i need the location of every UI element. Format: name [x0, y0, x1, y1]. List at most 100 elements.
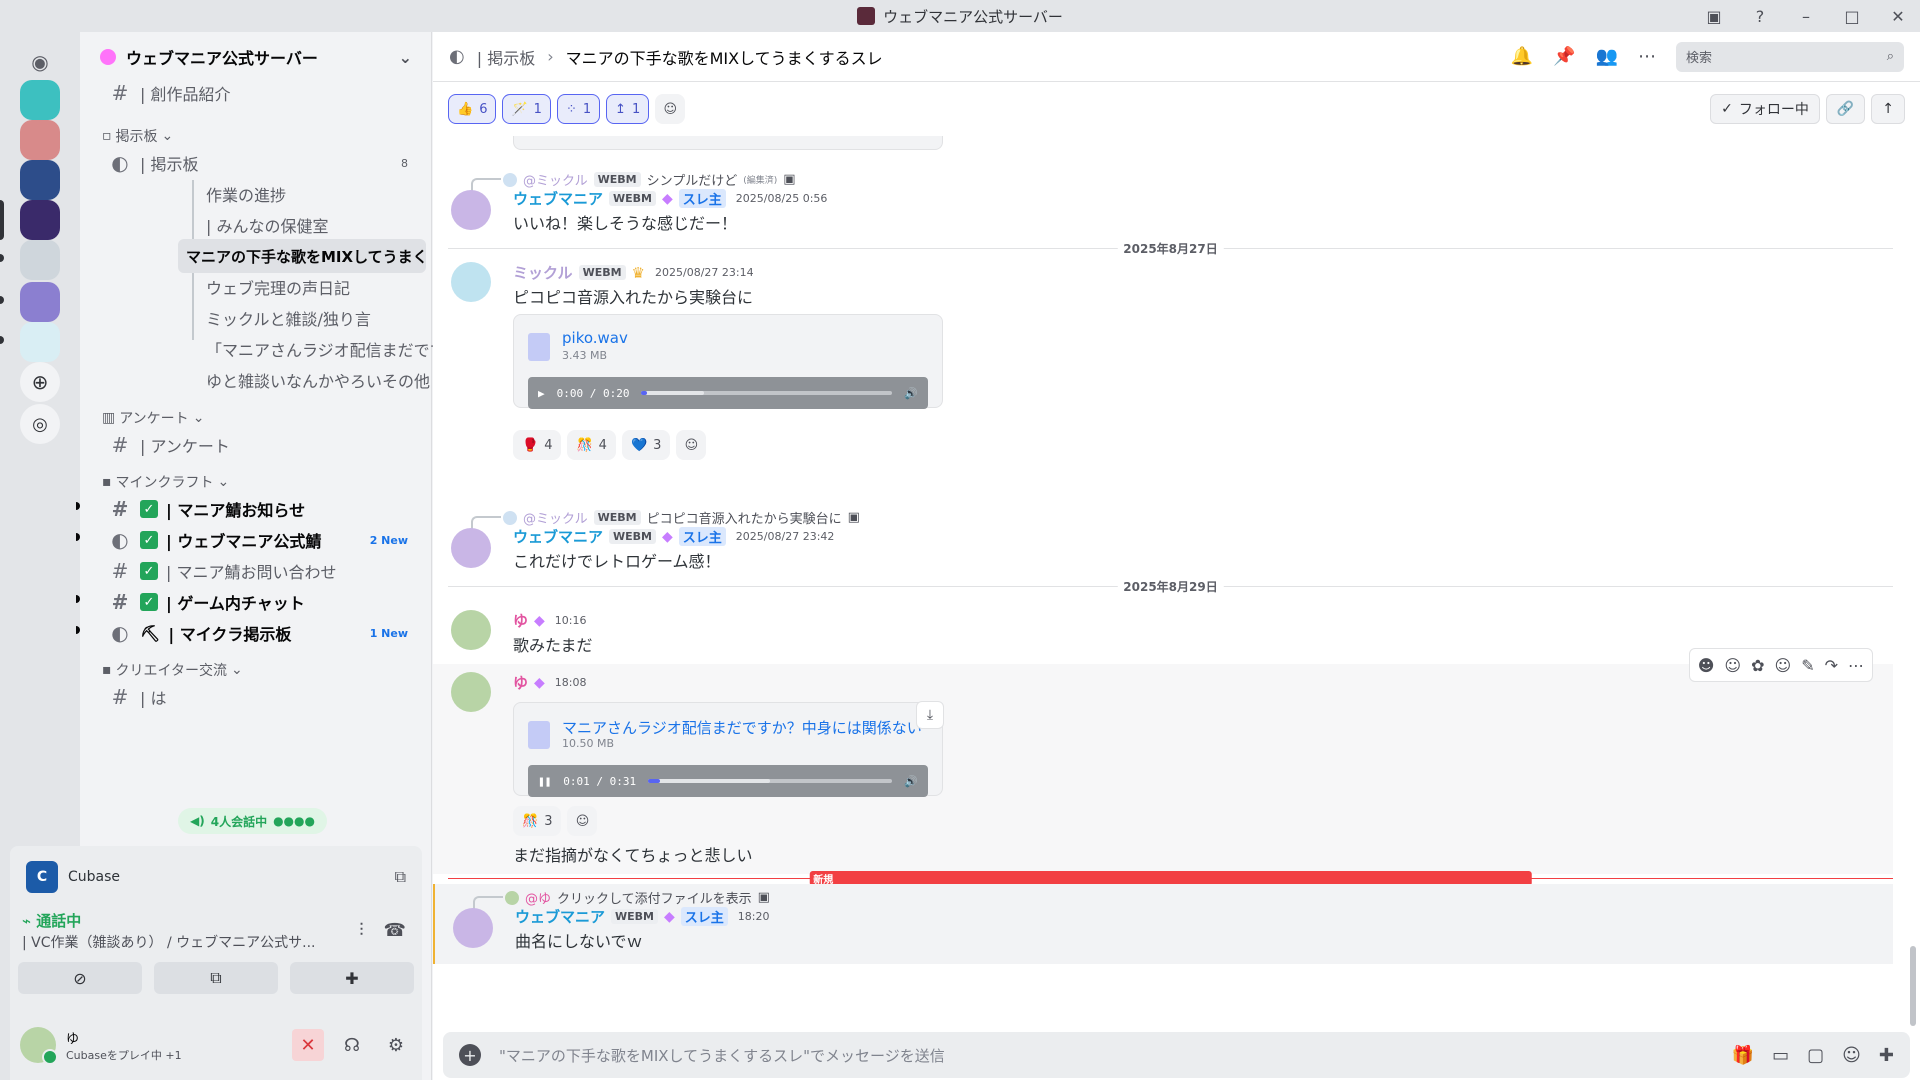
channel-mc-official[interactable]: ◐ ✓ | ウェブマニア公式鯖 2 New: [98, 523, 418, 557]
minimize-button[interactable]: –: [1796, 7, 1816, 26]
reaction-chip[interactable]: 👍 6: [448, 94, 497, 124]
screen-share-icon[interactable]: ⧉: [395, 867, 406, 887]
reaction-chip[interactable]: 🥊 4: [513, 430, 562, 460]
avatar[interactable]: [451, 672, 491, 712]
channel-creator[interactable]: # | は: [98, 680, 418, 714]
gift-icon[interactable]: 🎁: [1732, 1045, 1754, 1066]
username[interactable]: ゆ: [513, 610, 528, 631]
channel-cut[interactable]: # | 創作品紹介: [98, 82, 418, 104]
emoji-icon[interactable]: ☺: [1842, 1045, 1861, 1066]
seek-bar[interactable]: [648, 779, 893, 783]
username[interactable]: ゆ: [513, 672, 528, 693]
edit-icon[interactable]: ✎: [1801, 656, 1814, 675]
username[interactable]: ウェブマニア: [513, 526, 603, 547]
server-header[interactable]: ウェブマニア公式サーバー ⌄: [80, 32, 432, 82]
server-icon-7[interactable]: [20, 322, 60, 362]
members-icon[interactable]: 👥: [1596, 46, 1618, 67]
scrollbar[interactable]: [1910, 946, 1916, 1026]
add-reaction-button[interactable]: ☺: [567, 806, 598, 836]
camera-off-button[interactable]: ⊘: [18, 962, 142, 994]
forum-channel[interactable]: ◐ | 掲示板 8: [98, 146, 418, 180]
channel-mc-news[interactable]: # ✓ | マニア鯖お知らせ: [98, 492, 418, 526]
copy-link-button[interactable]: 🔗: [1825, 94, 1866, 124]
mic-muted-icon[interactable]: ✕: [292, 1029, 324, 1061]
thread-item-active[interactable]: マニアの下手な歌をMIXしてうまくす...: [178, 239, 426, 273]
reaction-chip[interactable]: 🎊 4: [567, 430, 616, 460]
headphones-icon[interactable]: ☊: [336, 1029, 368, 1061]
help-icon[interactable]: ?: [1750, 7, 1770, 26]
avatar[interactable]: [451, 262, 491, 302]
voice-status[interactable]: ⌁ 通話中: [22, 910, 81, 931]
quick-reaction-icon[interactable]: ☺: [1724, 656, 1741, 675]
file-name[interactable]: piko.wav: [562, 329, 932, 347]
volume-icon[interactable]: 🔊: [904, 775, 918, 788]
disconnect-icon[interactable]: ☎: [384, 920, 406, 941]
more-icon[interactable]: ⋯: [1638, 46, 1656, 67]
attach-plus-icon[interactable]: +: [459, 1044, 481, 1066]
seek-bar[interactable]: [641, 391, 893, 395]
reaction-chip[interactable]: 🪄 1: [502, 94, 551, 124]
reaction-chip[interactable]: ⁘ 1: [556, 94, 601, 124]
category-creator[interactable]: ▪ クリエイター交流 ⌄: [102, 660, 243, 680]
reaction-chip[interactable]: ↥ 1: [606, 94, 650, 124]
apps-icon[interactable]: ✚: [1879, 1045, 1894, 1066]
more-icon[interactable]: ⋯: [1848, 656, 1864, 675]
close-button[interactable]: ✕: [1888, 7, 1908, 26]
reply-preview[interactable]: @ミックル WEBM シンプルだけど (編集済) ▣: [471, 170, 796, 192]
add-reaction-button[interactable]: ☺: [676, 430, 707, 460]
server-icon-1[interactable]: [20, 80, 60, 120]
reply-preview[interactable]: @ミックル WEBM ピコピコ音源入れたから実験台に ▣: [471, 508, 860, 530]
voice-activity-pill[interactable]: ◀) 4人会話中 ●●●●: [178, 808, 327, 834]
username[interactable]: ミックル: [513, 262, 573, 283]
file-name[interactable]: マニアさんラジオ配信まだですか？中身には関係ない: [562, 717, 932, 738]
add-reaction-icon[interactable]: ☺: [1775, 656, 1792, 675]
forward-icon[interactable]: ↷: [1825, 656, 1838, 675]
pin-icon[interactable]: 📌: [1553, 46, 1575, 67]
add-server-icon[interactable]: ⊕: [20, 362, 60, 402]
bell-icon[interactable]: 🔔: [1511, 46, 1533, 67]
channel-mc-chat[interactable]: # ✓ | ゲーム内チャット: [98, 585, 418, 619]
category-board[interactable]: ▫ 掲示板 ⌄: [102, 126, 173, 146]
activity-button[interactable]: ✚: [290, 962, 414, 994]
avatar[interactable]: [451, 528, 491, 568]
activity-row[interactable]: C Cubase ⧉: [18, 854, 414, 900]
reaction-chip[interactable]: 💙 3: [621, 430, 671, 460]
channel-survey[interactable]: # | アンケート: [98, 428, 418, 462]
message-composer[interactable]: + "マニアの下手な歌をMIXしてうまくするスレ"でメッセージを送信 🎁 ▭ ▢…: [443, 1032, 1910, 1078]
category-survey[interactable]: ▥ アンケート ⌄: [102, 408, 204, 428]
server-icon-6[interactable]: [20, 282, 60, 322]
volume-icon[interactable]: 🔊: [904, 387, 918, 400]
server-icon-active[interactable]: [20, 200, 60, 240]
username[interactable]: ウェブマニア: [513, 188, 603, 209]
reply-preview[interactable]: @ゆ クリックして添付ファイルを表示 ▣: [473, 888, 770, 910]
quick-reaction-icon[interactable]: ✿: [1751, 656, 1764, 675]
voice-channel-name[interactable]: | VC作業（雑談あり） / ウェブマニア公式サ...: [22, 932, 342, 952]
avatar[interactable]: [453, 908, 493, 948]
username[interactable]: ウェブマニア: [515, 906, 605, 927]
server-icon-3[interactable]: [20, 160, 60, 200]
sticker-icon[interactable]: ▢: [1807, 1045, 1824, 1066]
discover-icon[interactable]: ◎: [20, 404, 60, 444]
play-icon[interactable]: ▶: [538, 387, 545, 400]
quick-reaction-icon[interactable]: ☻: [1698, 656, 1715, 675]
avatar[interactable]: [451, 610, 491, 650]
inbox-icon[interactable]: ▣: [1704, 7, 1724, 26]
noise-suppression-icon[interactable]: ⫶: [359, 920, 364, 941]
reaction-chip[interactable]: 🎊 3: [513, 806, 562, 836]
server-icon-5[interactable]: [20, 240, 60, 280]
follow-button[interactable]: ✓ フォロー中: [1710, 94, 1820, 124]
maximize-button[interactable]: □: [1842, 7, 1862, 26]
scroll-top-button[interactable]: ↑: [1871, 94, 1905, 124]
breadcrumb-forum[interactable]: | 掲示板: [477, 45, 535, 69]
gif-icon[interactable]: ▭: [1772, 1045, 1789, 1066]
screen-share-button[interactable]: ⧉: [154, 962, 278, 994]
download-icon[interactable]: ⤓: [916, 701, 944, 729]
gear-icon[interactable]: ⚙: [380, 1029, 412, 1061]
channel-mc-contact[interactable]: # ✓ | マニア鯖お問い合わせ: [98, 554, 418, 588]
pause-icon[interactable]: ❚❚: [538, 775, 551, 788]
server-icon-2[interactable]: [20, 120, 60, 160]
discord-home-icon[interactable]: ◉: [20, 42, 60, 82]
avatar[interactable]: [451, 190, 491, 230]
user-avatar[interactable]: [20, 1027, 58, 1065]
add-reaction-button[interactable]: ☺: [655, 94, 686, 124]
